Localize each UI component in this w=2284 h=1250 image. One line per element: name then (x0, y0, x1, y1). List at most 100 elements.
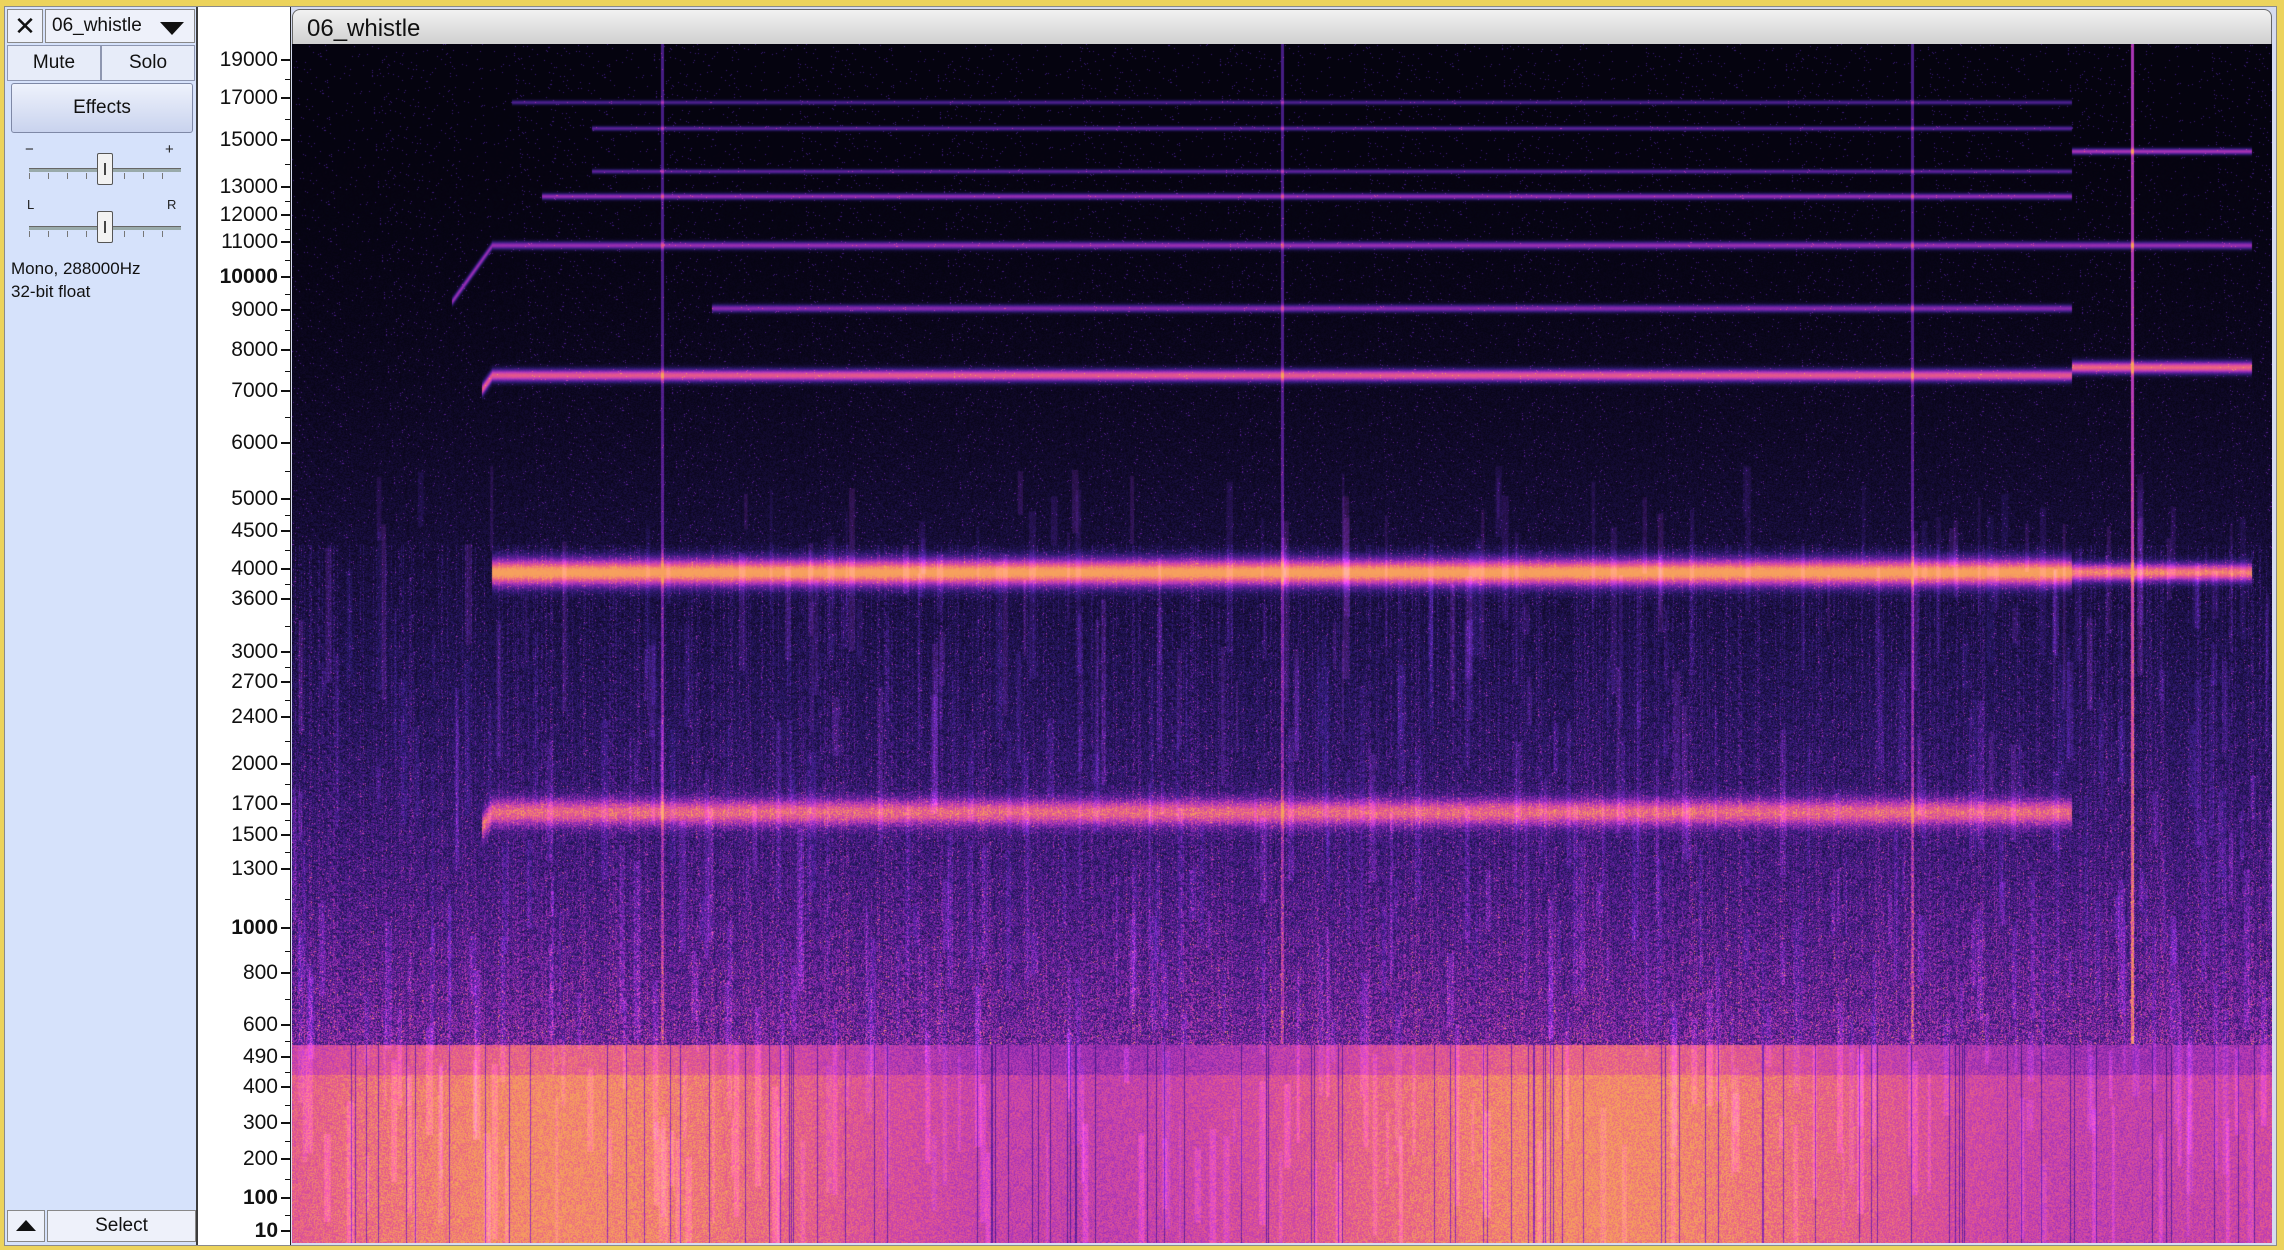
ruler-tick (281, 803, 290, 805)
ruler-tick (281, 681, 290, 683)
ruler-tick (281, 568, 290, 570)
solo-button[interactable]: Solo (101, 45, 195, 81)
ruler-label: 100 (242, 1186, 278, 1209)
ruler-minor-tick (285, 417, 290, 418)
ruler-minor-tick (285, 951, 290, 952)
ruler-label: 13000 (219, 175, 278, 198)
ruler-minor-tick (285, 294, 290, 295)
ruler-tick (281, 1056, 290, 1058)
ruler-label: 2400 (231, 705, 278, 728)
close-track-button[interactable]: ✕ (7, 9, 43, 43)
gain-plus-label: + (165, 141, 174, 158)
ruler-tick (281, 1024, 290, 1026)
effects-button[interactable]: Effects (11, 83, 193, 133)
gain-slider-thumb[interactable] (97, 153, 113, 185)
ruler-minor-tick (285, 1041, 290, 1042)
track-title: 06_whistle (307, 15, 421, 42)
ruler-minor-tick (285, 515, 290, 516)
ruler-minor-tick (285, 584, 290, 585)
ruler-minor-tick (285, 164, 290, 165)
ruler-label: 4500 (231, 519, 278, 542)
ruler-label: 300 (242, 1111, 278, 1134)
pan-left-label: L (27, 197, 35, 212)
mute-button[interactable]: Mute (7, 45, 101, 81)
ruler-label: 600 (242, 1013, 278, 1036)
ruler-tick (281, 498, 290, 500)
ruler-minor-tick (285, 371, 290, 372)
frequency-ruler[interactable]: 19000 17000 15000 13000 12000 11000 10000 9000 8… (198, 7, 291, 1245)
ruler-tick (281, 97, 290, 99)
ruler-label: 490 (242, 1045, 278, 1068)
ruler-tick (281, 309, 290, 311)
ruler-tick (281, 716, 290, 718)
ruler-tick (281, 1158, 290, 1160)
track-control-panel: ✕ 06_whistle Mute Solo Effects − + L R M… (5, 7, 198, 1245)
ruler-label: 12000 (219, 203, 278, 226)
ruler-tick (281, 139, 290, 141)
collapse-track-button[interactable] (7, 1210, 45, 1242)
ruler-tick (281, 349, 290, 351)
track-frame: ✕ 06_whistle Mute Solo Effects − + L R M… (4, 6, 2277, 1246)
format-sample-type: 32-bit float (11, 282, 91, 301)
ruler-label: 2000 (231, 752, 278, 775)
ruler-label: 1700 (231, 792, 278, 815)
ruler-minor-tick (285, 1215, 290, 1216)
ruler-label: 4000 (231, 557, 278, 580)
ruler-tick (281, 276, 290, 278)
ruler-tick (281, 834, 290, 836)
track-format-info: Mono, 288000Hz 32-bit float (11, 257, 140, 303)
format-channels-rate: Mono, 288000Hz (11, 259, 141, 278)
ruler-tick (281, 868, 290, 870)
ruler-tick (281, 390, 290, 392)
ruler-minor-tick (285, 119, 290, 120)
ruler-label: 1000 (231, 916, 278, 939)
ruler-tick (281, 59, 290, 61)
track-name-label: 06_whistle (52, 15, 142, 36)
ruler-label: 5000 (231, 487, 278, 510)
ruler-tick (281, 1197, 290, 1199)
ruler-label: 17000 (219, 86, 278, 109)
ruler-tick (281, 1230, 290, 1232)
ruler-minor-tick (285, 899, 290, 900)
ruler-minor-tick (285, 1105, 290, 1106)
track-name-menu[interactable]: 06_whistle (45, 9, 195, 43)
ruler-tick (281, 972, 290, 974)
close-icon: ✕ (14, 11, 36, 41)
ruler-minor-tick (285, 201, 290, 202)
ruler-tick (281, 598, 290, 600)
ruler-tick (281, 241, 290, 243)
ruler-label: 1300 (231, 857, 278, 880)
ruler-tick (281, 651, 290, 653)
ruler-minor-tick (285, 229, 290, 230)
ruler-minor-tick (285, 79, 290, 80)
ruler-label: 800 (242, 961, 278, 984)
ruler-minor-tick (285, 471, 290, 472)
ruler-minor-tick (285, 1141, 290, 1142)
gain-minus-label: − (25, 141, 34, 158)
track-title-bar: 06_whistle (292, 9, 2272, 45)
ruler-minor-tick (285, 550, 290, 551)
ruler-label: 400 (242, 1075, 278, 1098)
ruler-label: 8000 (231, 338, 278, 361)
ruler-minor-tick (285, 626, 290, 627)
pan-right-label: R (167, 197, 177, 212)
ruler-tick (281, 1086, 290, 1088)
ruler-minor-tick (285, 999, 290, 1000)
ruler-minor-tick (285, 784, 290, 785)
ruler-minor-tick (285, 1179, 290, 1180)
ruler-tick (281, 763, 290, 765)
ruler-label: 3600 (231, 587, 278, 610)
spectrogram-canvas[interactable] (292, 44, 2272, 1243)
pan-slider-thumb[interactable] (97, 211, 113, 243)
ruler-minor-tick (285, 820, 290, 821)
ruler-tick (281, 1122, 290, 1124)
ruler-minor-tick (285, 330, 290, 331)
spectrogram-view[interactable] (292, 44, 2272, 1243)
ruler-label: 11000 (221, 230, 278, 253)
ruler-tick (281, 442, 290, 444)
ruler-minor-tick (285, 741, 290, 742)
ruler-tick (281, 186, 290, 188)
ruler-minor-tick (285, 852, 290, 853)
select-track-button[interactable]: Select (47, 1210, 196, 1242)
ruler-label: 6000 (231, 431, 278, 454)
